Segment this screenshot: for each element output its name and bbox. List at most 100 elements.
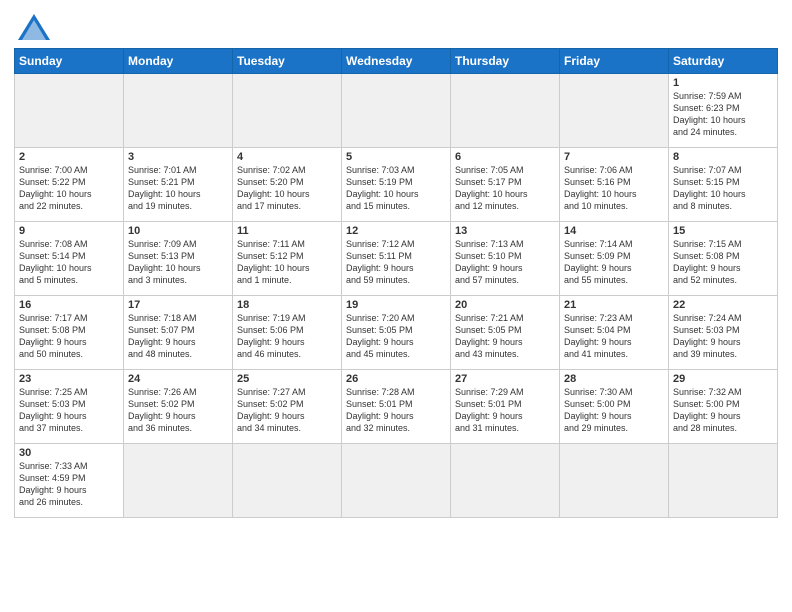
calendar-cell-0-4: [451, 74, 560, 148]
calendar-cell-3-2: 18Sunrise: 7:19 AM Sunset: 5:06 PM Dayli…: [233, 296, 342, 370]
calendar-cell-0-0: [15, 74, 124, 148]
calendar-cell-4-3: 26Sunrise: 7:28 AM Sunset: 5:01 PM Dayli…: [342, 370, 451, 444]
logo-icon: [16, 12, 52, 42]
calendar-cell-4-2: 25Sunrise: 7:27 AM Sunset: 5:02 PM Dayli…: [233, 370, 342, 444]
day-number: 1: [673, 77, 773, 89]
header: [14, 10, 778, 42]
calendar-cell-0-1: [124, 74, 233, 148]
day-info: Sunrise: 7:12 AM Sunset: 5:11 PM Dayligh…: [346, 238, 446, 287]
day-info: Sunrise: 7:03 AM Sunset: 5:19 PM Dayligh…: [346, 164, 446, 213]
calendar-cell-5-4: [451, 444, 560, 518]
day-info: Sunrise: 7:21 AM Sunset: 5:05 PM Dayligh…: [455, 312, 555, 361]
calendar-cell-3-4: 20Sunrise: 7:21 AM Sunset: 5:05 PM Dayli…: [451, 296, 560, 370]
day-number: 5: [346, 151, 446, 163]
day-info: Sunrise: 7:27 AM Sunset: 5:02 PM Dayligh…: [237, 386, 337, 435]
header-sunday: Sunday: [15, 49, 124, 74]
calendar-cell-5-0: 30Sunrise: 7:33 AM Sunset: 4:59 PM Dayli…: [15, 444, 124, 518]
day-info: Sunrise: 7:08 AM Sunset: 5:14 PM Dayligh…: [19, 238, 119, 287]
calendar-cell-0-5: [560, 74, 669, 148]
calendar-cell-2-2: 11Sunrise: 7:11 AM Sunset: 5:12 PM Dayli…: [233, 222, 342, 296]
calendar-cell-0-6: 1Sunrise: 7:59 AM Sunset: 6:23 PM Daylig…: [669, 74, 778, 148]
calendar-cell-1-5: 7Sunrise: 7:06 AM Sunset: 5:16 PM Daylig…: [560, 148, 669, 222]
day-number: 22: [673, 299, 773, 311]
day-number: 7: [564, 151, 664, 163]
day-info: Sunrise: 7:23 AM Sunset: 5:04 PM Dayligh…: [564, 312, 664, 361]
calendar-cell-1-3: 5Sunrise: 7:03 AM Sunset: 5:19 PM Daylig…: [342, 148, 451, 222]
day-number: 16: [19, 299, 119, 311]
day-number: 21: [564, 299, 664, 311]
day-number: 6: [455, 151, 555, 163]
calendar-cell-0-2: [233, 74, 342, 148]
calendar-cell-1-0: 2Sunrise: 7:00 AM Sunset: 5:22 PM Daylig…: [15, 148, 124, 222]
day-info: Sunrise: 7:28 AM Sunset: 5:01 PM Dayligh…: [346, 386, 446, 435]
header-saturday: Saturday: [669, 49, 778, 74]
calendar-cell-5-5: [560, 444, 669, 518]
header-wednesday: Wednesday: [342, 49, 451, 74]
day-info: Sunrise: 7:15 AM Sunset: 5:08 PM Dayligh…: [673, 238, 773, 287]
day-info: Sunrise: 7:32 AM Sunset: 5:00 PM Dayligh…: [673, 386, 773, 435]
calendar-cell-5-3: [342, 444, 451, 518]
calendar-week-0: 1Sunrise: 7:59 AM Sunset: 6:23 PM Daylig…: [15, 74, 778, 148]
day-number: 2: [19, 151, 119, 163]
calendar-cell-2-1: 10Sunrise: 7:09 AM Sunset: 5:13 PM Dayli…: [124, 222, 233, 296]
calendar-cell-5-1: [124, 444, 233, 518]
calendar-cell-1-1: 3Sunrise: 7:01 AM Sunset: 5:21 PM Daylig…: [124, 148, 233, 222]
calendar-cell-3-5: 21Sunrise: 7:23 AM Sunset: 5:04 PM Dayli…: [560, 296, 669, 370]
header-tuesday: Tuesday: [233, 49, 342, 74]
day-info: Sunrise: 7:26 AM Sunset: 5:02 PM Dayligh…: [128, 386, 228, 435]
calendar-table: SundayMondayTuesdayWednesdayThursdayFrid…: [14, 48, 778, 518]
calendar-cell-1-6: 8Sunrise: 7:07 AM Sunset: 5:15 PM Daylig…: [669, 148, 778, 222]
calendar-cell-1-2: 4Sunrise: 7:02 AM Sunset: 5:20 PM Daylig…: [233, 148, 342, 222]
day-number: 29: [673, 373, 773, 385]
day-number: 12: [346, 225, 446, 237]
day-info: Sunrise: 7:24 AM Sunset: 5:03 PM Dayligh…: [673, 312, 773, 361]
calendar-week-4: 23Sunrise: 7:25 AM Sunset: 5:03 PM Dayli…: [15, 370, 778, 444]
calendar-cell-4-5: 28Sunrise: 7:30 AM Sunset: 5:00 PM Dayli…: [560, 370, 669, 444]
day-number: 14: [564, 225, 664, 237]
calendar-cell-3-1: 17Sunrise: 7:18 AM Sunset: 5:07 PM Dayli…: [124, 296, 233, 370]
day-info: Sunrise: 7:19 AM Sunset: 5:06 PM Dayligh…: [237, 312, 337, 361]
day-number: 9: [19, 225, 119, 237]
calendar-cell-0-3: [342, 74, 451, 148]
calendar-week-5: 30Sunrise: 7:33 AM Sunset: 4:59 PM Dayli…: [15, 444, 778, 518]
day-number: 8: [673, 151, 773, 163]
calendar-cell-5-2: [233, 444, 342, 518]
day-number: 15: [673, 225, 773, 237]
calendar-cell-4-4: 27Sunrise: 7:29 AM Sunset: 5:01 PM Dayli…: [451, 370, 560, 444]
day-info: Sunrise: 7:09 AM Sunset: 5:13 PM Dayligh…: [128, 238, 228, 287]
calendar-week-3: 16Sunrise: 7:17 AM Sunset: 5:08 PM Dayli…: [15, 296, 778, 370]
header-thursday: Thursday: [451, 49, 560, 74]
day-info: Sunrise: 7:17 AM Sunset: 5:08 PM Dayligh…: [19, 312, 119, 361]
day-info: Sunrise: 7:33 AM Sunset: 4:59 PM Dayligh…: [19, 460, 119, 509]
day-number: 25: [237, 373, 337, 385]
day-info: Sunrise: 7:14 AM Sunset: 5:09 PM Dayligh…: [564, 238, 664, 287]
day-info: Sunrise: 7:00 AM Sunset: 5:22 PM Dayligh…: [19, 164, 119, 213]
day-info: Sunrise: 7:18 AM Sunset: 5:07 PM Dayligh…: [128, 312, 228, 361]
day-info: Sunrise: 7:07 AM Sunset: 5:15 PM Dayligh…: [673, 164, 773, 213]
day-info: Sunrise: 7:06 AM Sunset: 5:16 PM Dayligh…: [564, 164, 664, 213]
day-number: 4: [237, 151, 337, 163]
day-number: 19: [346, 299, 446, 311]
calendar-cell-1-4: 6Sunrise: 7:05 AM Sunset: 5:17 PM Daylig…: [451, 148, 560, 222]
day-info: Sunrise: 7:30 AM Sunset: 5:00 PM Dayligh…: [564, 386, 664, 435]
day-number: 11: [237, 225, 337, 237]
day-info: Sunrise: 7:59 AM Sunset: 6:23 PM Dayligh…: [673, 90, 773, 139]
calendar-cell-4-1: 24Sunrise: 7:26 AM Sunset: 5:02 PM Dayli…: [124, 370, 233, 444]
day-number: 17: [128, 299, 228, 311]
day-info: Sunrise: 7:13 AM Sunset: 5:10 PM Dayligh…: [455, 238, 555, 287]
calendar-cell-3-3: 19Sunrise: 7:20 AM Sunset: 5:05 PM Dayli…: [342, 296, 451, 370]
calendar-week-2: 9Sunrise: 7:08 AM Sunset: 5:14 PM Daylig…: [15, 222, 778, 296]
day-number: 3: [128, 151, 228, 163]
day-number: 18: [237, 299, 337, 311]
day-info: Sunrise: 7:25 AM Sunset: 5:03 PM Dayligh…: [19, 386, 119, 435]
day-number: 30: [19, 447, 119, 459]
calendar-cell-2-3: 12Sunrise: 7:12 AM Sunset: 5:11 PM Dayli…: [342, 222, 451, 296]
calendar-cell-5-6: [669, 444, 778, 518]
calendar-header-row: SundayMondayTuesdayWednesdayThursdayFrid…: [15, 49, 778, 74]
calendar-cell-4-6: 29Sunrise: 7:32 AM Sunset: 5:00 PM Dayli…: [669, 370, 778, 444]
day-number: 20: [455, 299, 555, 311]
calendar-cell-2-5: 14Sunrise: 7:14 AM Sunset: 5:09 PM Dayli…: [560, 222, 669, 296]
day-info: Sunrise: 7:02 AM Sunset: 5:20 PM Dayligh…: [237, 164, 337, 213]
day-number: 26: [346, 373, 446, 385]
header-monday: Monday: [124, 49, 233, 74]
